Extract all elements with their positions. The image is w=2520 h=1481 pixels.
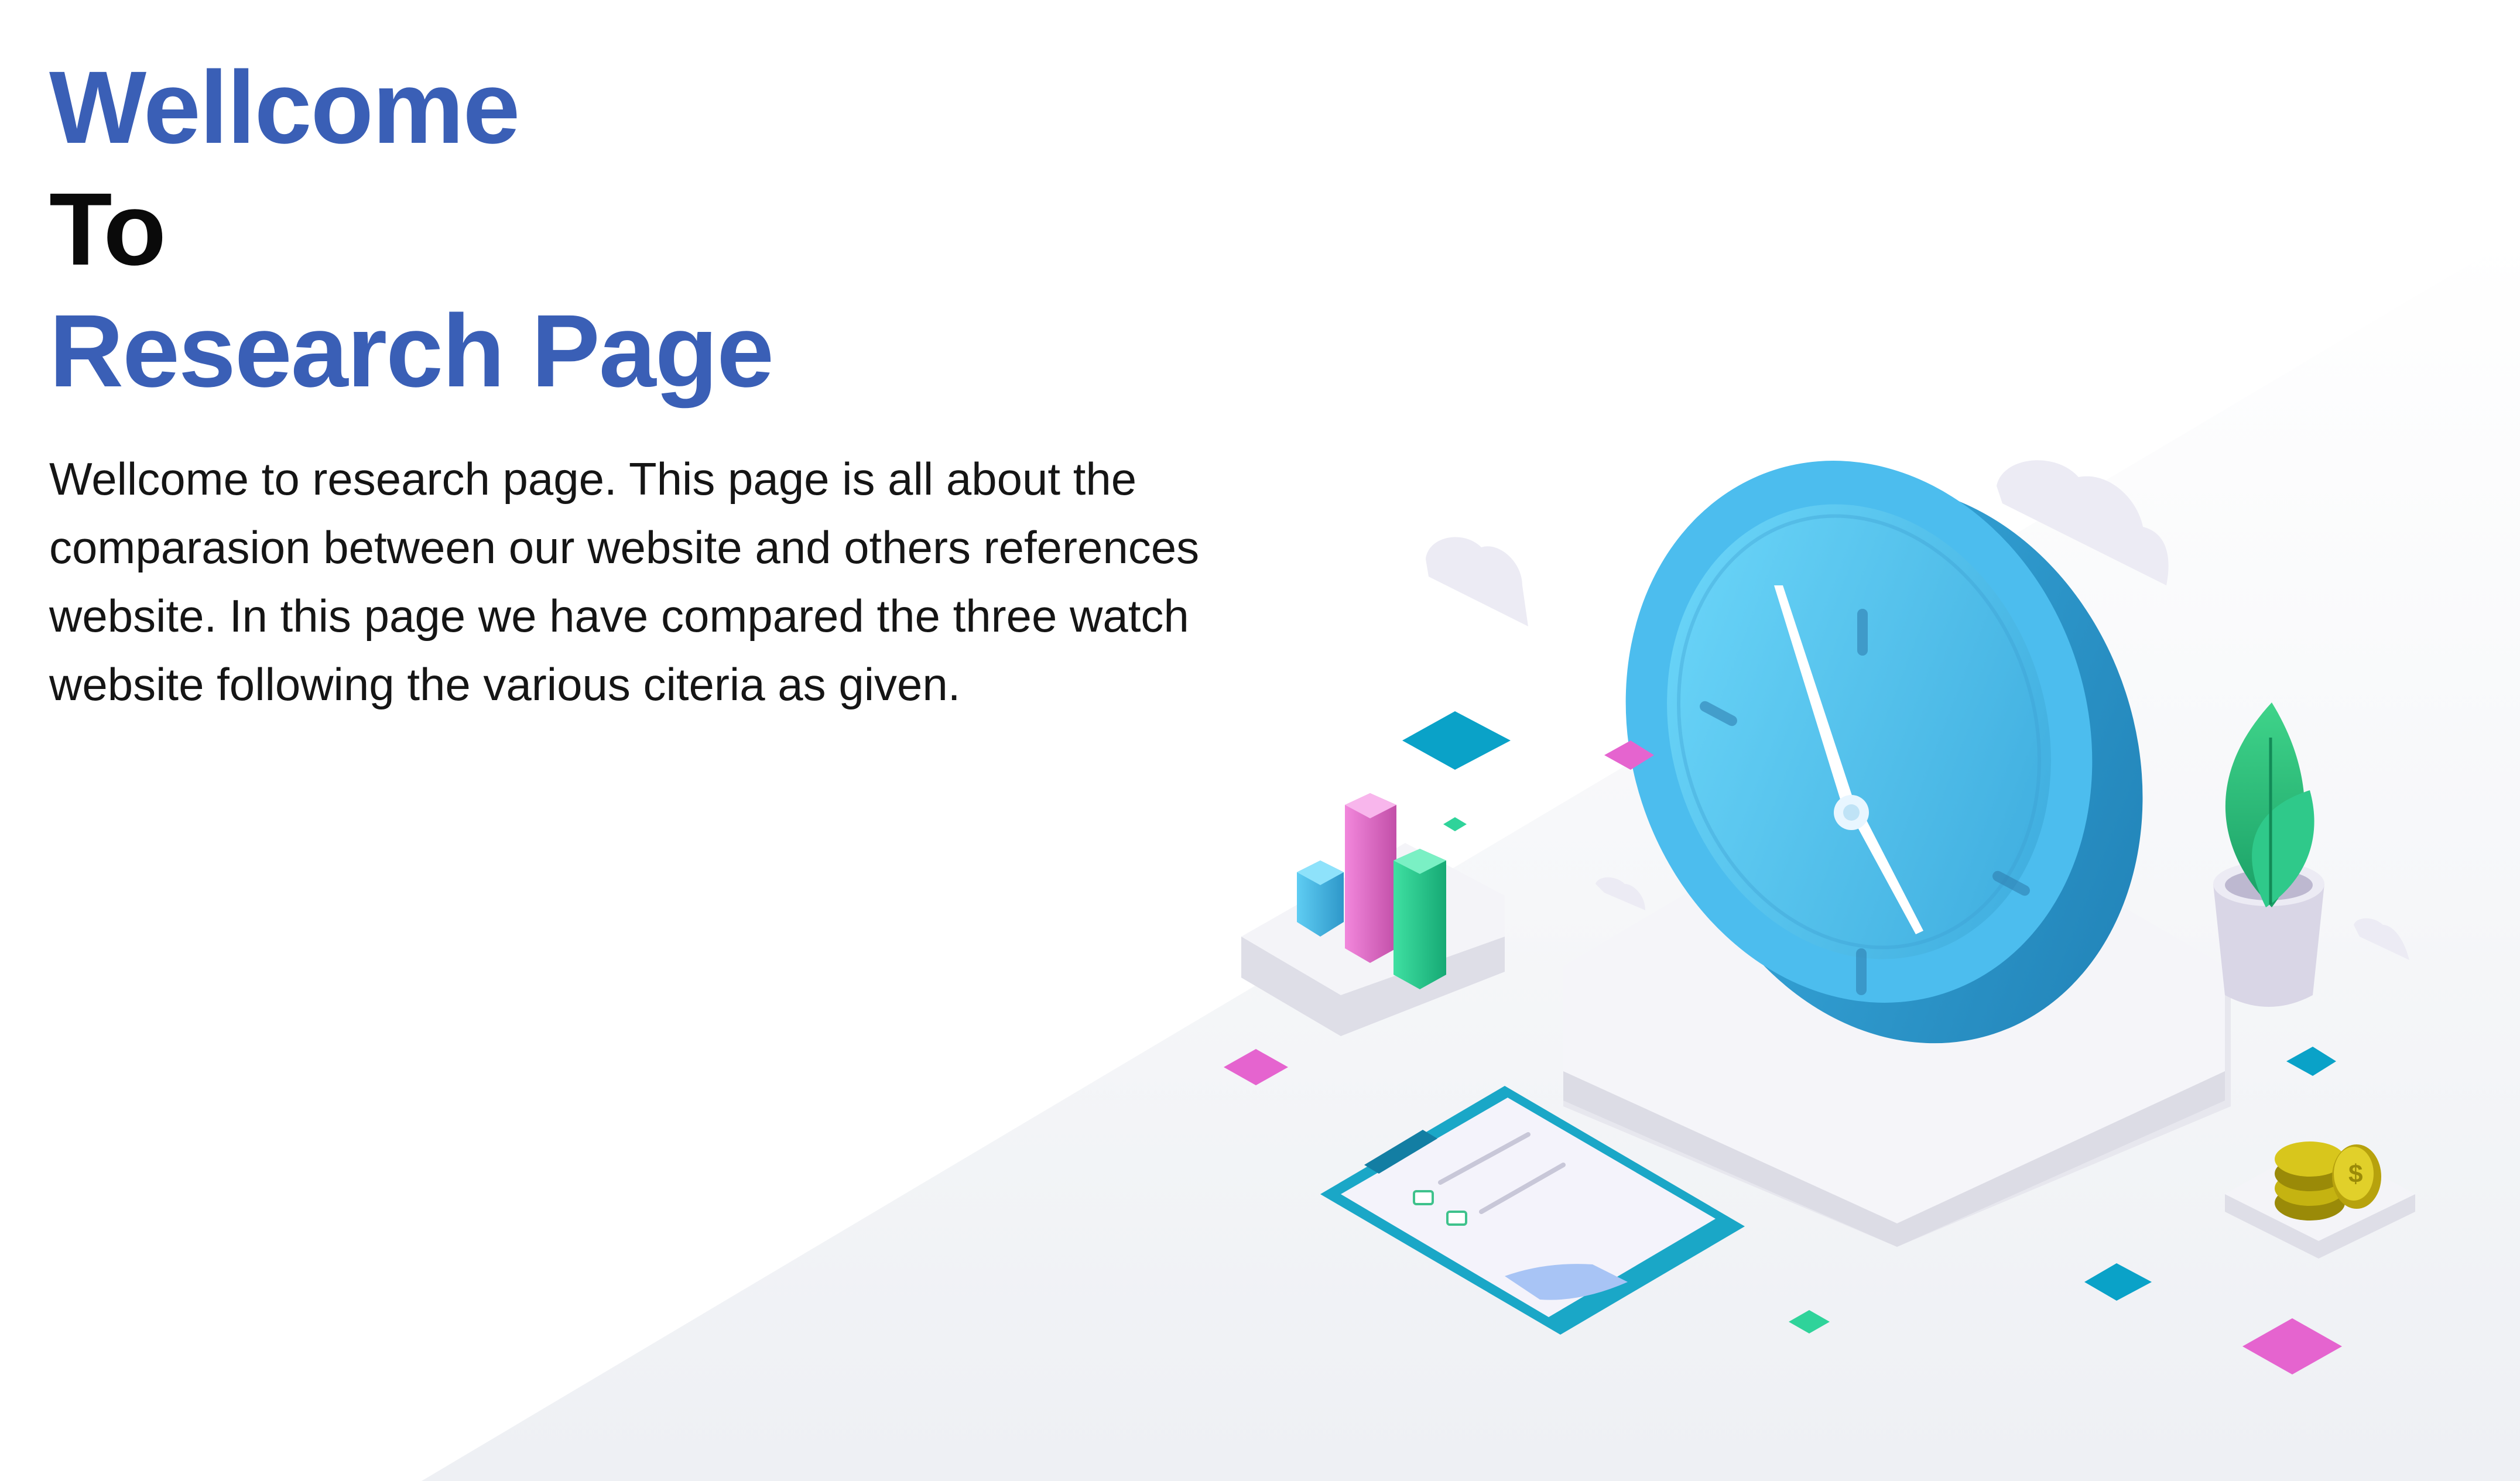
title-research-page: Research Page (49, 294, 774, 409)
isometric-illustration: $ (1224, 460, 2415, 1374)
title-wellcome: Wellcome (49, 50, 520, 165)
research-page: Wellcome To Research Page Wellcome to re… (0, 0, 2520, 1481)
hero-section: Wellcome To Research Page Wellcome to re… (49, 47, 1279, 719)
plant-icon (2213, 702, 2324, 1007)
coins-icon: $ (2225, 1141, 2415, 1259)
intro-paragraph: Wellcome to research page. This page is … (49, 453, 1200, 710)
bar-chart-icon (1241, 793, 1505, 1036)
title-to: To (49, 172, 166, 287)
svg-text:$: $ (2348, 1160, 2362, 1188)
